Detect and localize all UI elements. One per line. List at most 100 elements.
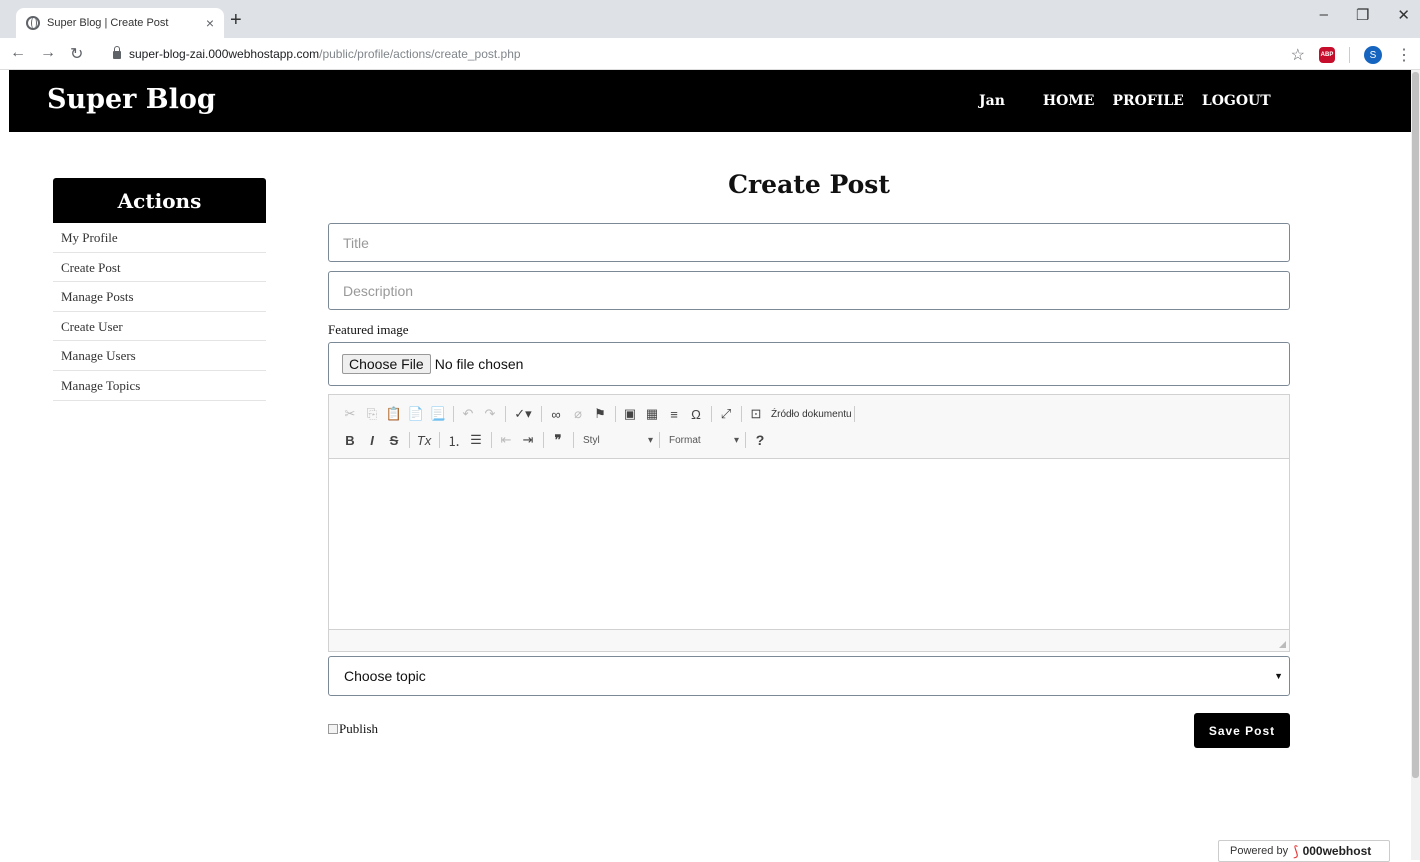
choose-file-button[interactable]: Choose File [342, 354, 431, 374]
paste-word-icon[interactable]: 📃 [429, 406, 447, 422]
address-bar: ← → ↻ super-blog-zai.000webhostapp.com/p… [0, 38, 1420, 70]
editor-content-area[interactable] [329, 459, 1289, 629]
tab-title: Super Blog | Create Post [47, 17, 169, 29]
toolbar-separator [491, 432, 492, 448]
lock-icon [113, 46, 121, 59]
paste-text-icon[interactable]: 📄 [407, 406, 425, 422]
minimize-icon[interactable]: – [1320, 6, 1328, 24]
redo-icon[interactable]: ↷ [481, 406, 499, 422]
site-logo[interactable]: Super Blog [47, 84, 216, 115]
profile-avatar-icon[interactable]: S [1364, 46, 1382, 64]
horizontal-line-icon[interactable]: ≡ [665, 407, 683, 422]
blockquote-icon[interactable]: ❞ [549, 432, 567, 448]
description-input[interactable]: Description [328, 271, 1290, 310]
editor-toolbar-row-2: B I S Tx ⒈ ☰ ⇤ ⇥ ❞ Styl ▾ Format ▾ ? [341, 427, 1277, 453]
forward-icon[interactable]: → [40, 44, 56, 64]
select-caret-icon: ▼ [1274, 671, 1283, 681]
sidebar-title: Actions [53, 178, 266, 223]
toolbar-separator [439, 432, 440, 448]
site-nav: Jan HOME PROFILE LOGOUT [979, 93, 1271, 109]
restore-icon[interactable]: ❐ [1356, 6, 1369, 24]
undo-icon[interactable]: ↶ [459, 406, 477, 422]
featured-image-label: Featured image [328, 322, 409, 337]
menu-kebab-icon[interactable]: ⋮ [1396, 45, 1412, 65]
back-icon[interactable]: ← [10, 44, 26, 64]
nav-logout[interactable]: LOGOUT [1202, 93, 1271, 109]
rich-text-editor: ✂ ⎘ 📋 📄 📃 ↶ ↷ ✓▾ ∞ ⌀ ⚑ ▣ ▦ ≡ Ω ⤢ ⊡ Źródł… [328, 394, 1290, 652]
close-window-icon[interactable]: ✕ [1397, 6, 1410, 24]
sidebar-item-create-post[interactable]: Create Post [53, 253, 266, 283]
toolbar-separator [853, 406, 855, 422]
actions-sidebar: Actions My Profile Create Post Manage Po… [53, 178, 266, 401]
bookmark-star-icon[interactable]: ☆ [1291, 45, 1305, 65]
sidebar-item-manage-posts[interactable]: Manage Posts [53, 282, 266, 312]
toolbar-separator [659, 432, 660, 448]
remove-format-icon[interactable]: Tx [415, 433, 433, 448]
anchor-flag-icon[interactable]: ⚑ [591, 406, 609, 422]
editor-toolbar: ✂ ⎘ 📋 📄 📃 ↶ ↷ ✓▾ ∞ ⌀ ⚑ ▣ ▦ ≡ Ω ⤢ ⊡ Źródł… [329, 395, 1289, 459]
table-icon[interactable]: ▦ [643, 406, 661, 422]
bold-icon[interactable]: B [341, 433, 359, 448]
title-input[interactable]: Title [328, 223, 1290, 262]
link-icon[interactable]: ∞ [547, 407, 565, 422]
editor-toolbar-row-1: ✂ ⎘ 📋 📄 📃 ↶ ↷ ✓▾ ∞ ⌀ ⚑ ▣ ▦ ≡ Ω ⤢ ⊡ Źródł… [341, 401, 1277, 427]
close-tab-icon[interactable]: × [206, 15, 214, 31]
toolbar-separator [543, 432, 544, 448]
url-field[interactable]: super-blog-zai.000webhostapp.com/public/… [113, 46, 521, 61]
topic-select[interactable]: Choose topic ▼ [328, 656, 1290, 696]
outdent-icon[interactable]: ⇤ [497, 432, 515, 448]
image-icon[interactable]: ▣ [621, 406, 639, 422]
globe-icon [26, 16, 40, 30]
nav-home[interactable]: HOME [1043, 93, 1095, 109]
italic-icon[interactable]: I [363, 433, 381, 448]
paste-icon[interactable]: 📋 [385, 406, 403, 422]
featured-image-field: Choose File No file chosen [328, 342, 1290, 386]
style-dropdown-label: Styl [583, 434, 600, 446]
sidebar-item-create-user[interactable]: Create User [53, 312, 266, 342]
webhost-logo-icon: ⟆ [1293, 842, 1299, 859]
scrollbar-thumb[interactable] [1412, 72, 1419, 778]
new-tab-button[interactable]: + [230, 9, 242, 32]
toolbar-divider [1349, 47, 1350, 63]
format-dropdown[interactable]: Format ▾ [665, 435, 743, 446]
spellcheck-icon[interactable]: ✓▾ [511, 406, 535, 422]
style-dropdown[interactable]: Styl ▾ [579, 435, 657, 446]
url-path: /public/profile/actions/create_post.php [319, 47, 521, 61]
nav-username[interactable]: Jan [979, 93, 1005, 109]
cut-icon[interactable]: ✂ [341, 406, 359, 422]
topic-select-value: Choose topic [344, 668, 426, 684]
toolbar-separator [453, 406, 454, 422]
chevron-down-icon: ▾ [647, 434, 653, 446]
extension-icons: ☆ ABP S ⋮ [1291, 45, 1412, 65]
publish-checkbox[interactable] [328, 724, 338, 734]
special-char-icon[interactable]: Ω [687, 407, 705, 422]
toolbar-separator [741, 406, 742, 422]
resize-handle-icon[interactable] [1279, 641, 1286, 648]
powered-by-badge[interactable]: Powered by ⟆ 000webhost [1218, 840, 1390, 862]
numbered-list-icon[interactable]: ⒈ [445, 431, 463, 450]
sidebar-item-manage-users[interactable]: Manage Users [53, 341, 266, 371]
sidebar-item-manage-topics[interactable]: Manage Topics [53, 371, 266, 401]
source-icon[interactable]: ⊡ [747, 406, 765, 422]
no-file-text: No file chosen [434, 356, 524, 372]
reload-icon[interactable]: ↻ [70, 44, 83, 64]
adblock-icon[interactable]: ABP [1319, 47, 1335, 63]
help-button[interactable]: ? [751, 432, 769, 448]
source-button[interactable]: Źródło dokumentu [771, 409, 852, 420]
sidebar-item-my-profile[interactable]: My Profile [53, 223, 266, 253]
publish-option[interactable]: Publish [328, 721, 378, 737]
page-scrollbar[interactable] [1411, 70, 1420, 860]
toolbar-separator [541, 406, 542, 422]
maximize-icon[interactable]: ⤢ [717, 406, 735, 422]
browser-nav-buttons: ← → ↻ [10, 44, 83, 64]
bulleted-list-icon[interactable]: ☰ [467, 432, 485, 448]
toolbar-separator [409, 432, 410, 448]
indent-icon[interactable]: ⇥ [519, 432, 537, 448]
save-post-button[interactable]: Save Post [1194, 713, 1290, 748]
unlink-icon[interactable]: ⌀ [569, 406, 587, 422]
nav-profile[interactable]: PROFILE [1112, 93, 1183, 109]
strikethrough-icon[interactable]: S [385, 433, 403, 448]
browser-tab[interactable]: Super Blog | Create Post × [16, 8, 224, 38]
copy-icon[interactable]: ⎘ [363, 406, 381, 422]
publish-label: Publish [339, 721, 379, 736]
